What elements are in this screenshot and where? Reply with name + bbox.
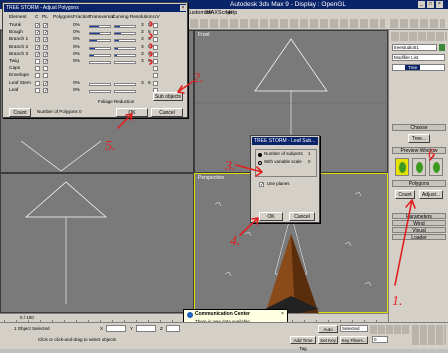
annotation-2: 2. (193, 71, 204, 86)
y-label: Y (130, 326, 134, 331)
annotation-5: 5. (105, 139, 116, 154)
comm-title: Communication Center (195, 311, 251, 317)
selection-status: 1 Object Selected (14, 326, 50, 331)
red-annotations: 1. 2. 3. 4. 5. 6 (105, 21, 435, 309)
auto-key-button[interactable]: Auto Key (318, 325, 338, 340)
z-coordinate-field[interactable] (166, 325, 180, 332)
annotation-4: 4. (230, 234, 241, 249)
z-label: Z (160, 326, 163, 331)
add-time-tag-button[interactable]: Add Time Tag (290, 336, 316, 351)
playback-controls[interactable] (370, 325, 410, 334)
comm-close-icon[interactable]: × (281, 311, 284, 317)
y-coordinate-field[interactable] (136, 325, 156, 332)
annotation-6: 6 (428, 147, 435, 162)
info-icon (187, 312, 193, 318)
annotation-3: 3. (224, 159, 236, 174)
selected-dropdown[interactable]: Selected (340, 325, 368, 332)
status-bar: 1 Object Selected Click or click-and-dra… (0, 322, 448, 351)
prompt-line: Click or click-and-drag to select object… (38, 337, 117, 342)
key-filters-button[interactable]: Key Filters... (340, 336, 368, 344)
set-key-button[interactable]: Set Key (318, 336, 338, 344)
viewport-nav-controls[interactable] (412, 325, 446, 345)
current-frame-field[interactable]: 0 (372, 336, 388, 343)
x-label: X (100, 326, 104, 331)
x-coordinate-field[interactable] (106, 325, 126, 332)
annotation-1: 1. (392, 294, 403, 309)
